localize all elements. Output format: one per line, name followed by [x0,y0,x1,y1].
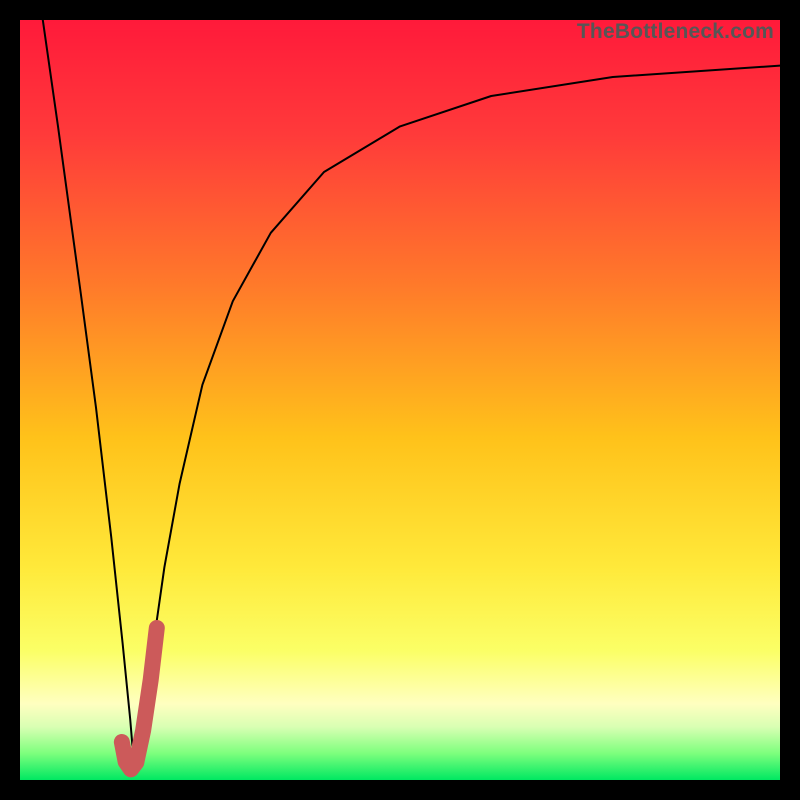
chart-svg [20,20,780,780]
gradient-background [20,20,780,780]
watermark-text: TheBottleneck.com [577,20,774,44]
chart-frame: TheBottleneck.com [20,20,780,780]
